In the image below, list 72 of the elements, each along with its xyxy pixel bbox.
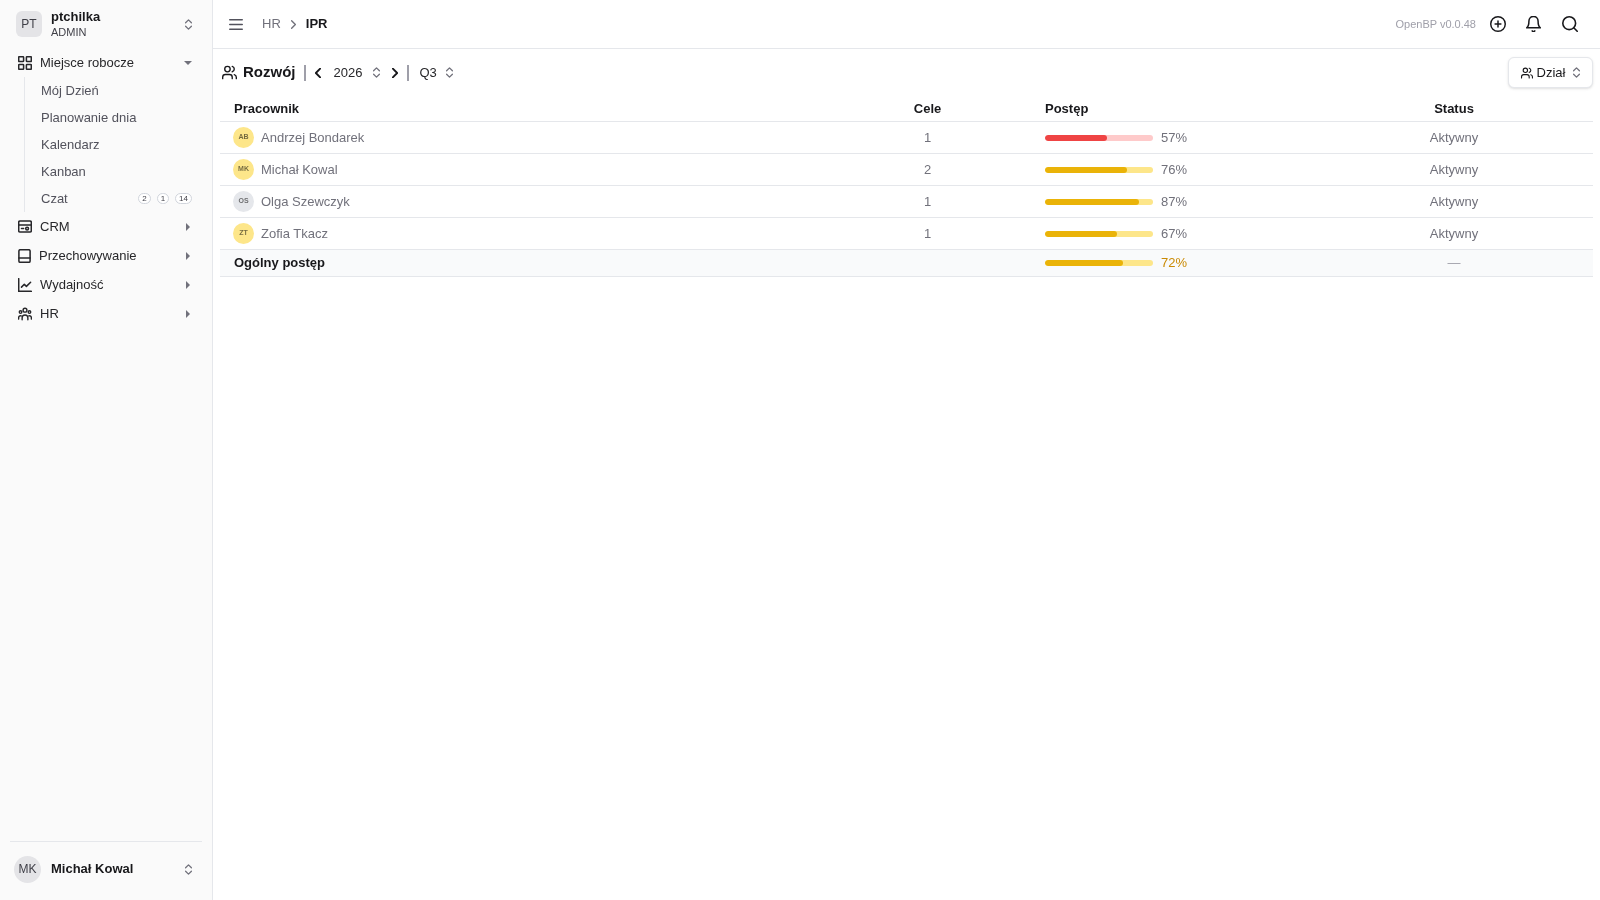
breadcrumb-link[interactable]: HR xyxy=(262,14,281,34)
people-icon xyxy=(18,306,32,321)
chevron-right-icon xyxy=(290,19,296,29)
filter-button[interactable]: Dział xyxy=(1508,57,1593,88)
caret-right-icon[interactable] xyxy=(186,251,190,260)
count-badge: 1 xyxy=(156,193,170,204)
grid-icon xyxy=(18,55,32,70)
chevrons-up-down-icon[interactable] xyxy=(185,18,192,30)
workspace-role: ADMIN xyxy=(51,25,87,39)
drive-icon xyxy=(18,248,31,263)
column-header: Postęp xyxy=(1045,99,1089,118)
sidebar-subitem[interactable]: Czat xyxy=(41,188,133,209)
sidebar-subitem[interactable]: Kanban xyxy=(41,161,192,182)
caret-right-icon[interactable] xyxy=(186,309,190,318)
chevron-right-icon[interactable] xyxy=(392,67,399,78)
count-badge: 2 xyxy=(138,193,151,204)
version-label: OpenBP v0.0.48 xyxy=(1395,16,1476,32)
users-icon xyxy=(222,65,237,80)
plus-circle-icon[interactable] xyxy=(1490,16,1506,32)
table-cell-text: 1 xyxy=(923,192,932,211)
column-header: Cele xyxy=(913,99,942,118)
sidebar-item[interactable]: Wydajność xyxy=(0,270,212,299)
sidebar-item[interactable]: Miejsce robocze xyxy=(0,48,212,77)
status-text: Aktywny xyxy=(1429,192,1479,211)
employee-name: Michał Kowal xyxy=(261,160,338,179)
table-cell-text: 2 xyxy=(923,160,932,179)
menu-icon[interactable] xyxy=(229,18,243,30)
progress-percent: 67% xyxy=(1161,224,1188,243)
status-text: — xyxy=(1447,254,1461,273)
breadcrumb-current: IPR xyxy=(305,15,328,34)
status-text: Aktywny xyxy=(1429,224,1479,243)
card-icon xyxy=(18,220,32,233)
column-header: Status xyxy=(1434,99,1474,118)
sidebar-item[interactable]: Przechowywanie xyxy=(0,241,212,270)
workspace-avatar: PT xyxy=(16,11,42,37)
caret-right-icon[interactable] xyxy=(186,222,190,231)
column-header: Pracownik xyxy=(234,99,300,118)
chevron-left-icon[interactable] xyxy=(314,67,321,78)
workspace-name: ptchilka xyxy=(51,9,101,25)
sidebar-subitem[interactable]: Kalendarz xyxy=(41,134,192,155)
employee-name: Olga Szewczyk xyxy=(261,192,350,211)
sidebar-subitem[interactable]: Mój Dzień xyxy=(41,80,192,101)
table-cell-text: 1 xyxy=(923,128,932,147)
year-select[interactable]: 2026 xyxy=(333,62,381,83)
chevrons-up-down-icon[interactable] xyxy=(185,863,192,875)
status-text: Aktywny xyxy=(1429,160,1479,179)
bell-icon[interactable] xyxy=(1526,16,1541,32)
chevrons-up-down-icon[interactable] xyxy=(373,67,381,78)
progress-percent: 87% xyxy=(1161,192,1188,211)
status-text: Aktywny xyxy=(1429,128,1479,147)
count-badge: 14 xyxy=(175,193,192,204)
line-chart-icon xyxy=(18,277,32,292)
sidebar-item[interactable]: HR xyxy=(0,299,212,328)
page-title: Rozwój xyxy=(243,62,296,83)
user-avatar: MK xyxy=(14,855,41,883)
sidebar-item[interactable]: CRM xyxy=(0,212,212,241)
sidebar-subitem[interactable]: Planowanie dnia xyxy=(41,107,192,128)
table-cell-text: 1 xyxy=(923,224,932,243)
users-icon xyxy=(1520,66,1533,79)
caret-right-icon[interactable] xyxy=(186,280,190,289)
chevrons-up-down-icon[interactable] xyxy=(445,67,453,78)
caret-down-icon[interactable] xyxy=(184,60,192,65)
summary-label: Ogólny postęp xyxy=(234,254,325,273)
user-name: Michał Kowal xyxy=(51,860,135,879)
progress-percent: 57% xyxy=(1161,128,1188,147)
chevrons-up-down-icon[interactable] xyxy=(1573,67,1581,78)
progress-percent: 72% xyxy=(1161,254,1188,273)
quarter-select[interactable]: Q3 xyxy=(419,62,453,83)
employee-name: Andrzej Bondarek xyxy=(261,128,365,147)
employee-name: Zofia Tkacz xyxy=(261,224,328,243)
search-icon[interactable] xyxy=(1562,16,1578,32)
progress-percent: 76% xyxy=(1161,160,1188,179)
